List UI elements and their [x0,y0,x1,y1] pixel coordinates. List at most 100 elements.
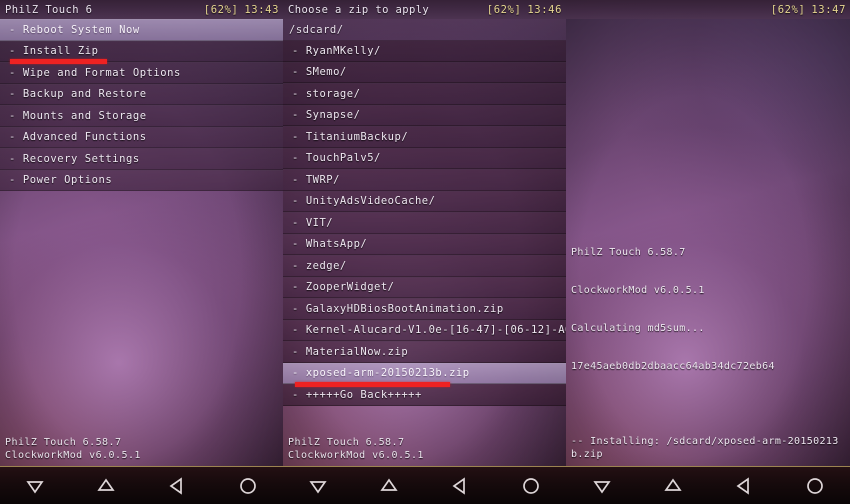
nav-home-button[interactable] [511,471,551,501]
file-label: Kernel-Alucard-V1.0e-[16-47]-[06-12]-AOS… [305,324,566,337]
status-bar-indicators: [62%] 13:43 [204,4,279,16]
nav-back-button[interactable] [157,471,197,501]
nav-volume-down-button[interactable] [15,471,55,501]
menu-item-advanced-functions[interactable]: - Advanced Functions [0,126,283,148]
nav-volume-up-button[interactable] [369,471,409,501]
list-item[interactable]: - WhatsApp/ [283,233,566,255]
status-bar-indicators: [62%] 13:46 [487,4,562,16]
current-path-label: /sdcard/ [283,19,566,40]
nav-volume-up-button[interactable] [86,471,126,501]
list-item-selected-xposed-zip[interactable]: - xposed-arm-20150213b.zip [283,362,566,384]
list-item[interactable]: - GalaxyHDBiosBootAnimation.zip [283,298,566,320]
install-log-console: PhilZ Touch 6.58.7 ClockworkMod v6.0.5.1… [571,222,848,504]
recovery-menu-list: - Reboot System Now - Install Zip - Wipe… [0,19,283,191]
bullet-dash: - [292,324,299,337]
android-nav-bar [283,466,566,504]
bullet-dash: - [9,88,16,101]
list-item[interactable]: - storage/ [283,83,566,105]
list-item[interactable]: - MaterialNow.zip [283,341,566,363]
list-item[interactable]: - Synapse/ [283,104,566,126]
bullet-dash: - [292,281,299,294]
version-footer: PhilZ Touch 6.58.7 ClockworkMod v6.0.5.1 [288,437,424,462]
status-bar: Choose a zip to apply [62%] 13:46 [283,0,566,19]
android-nav-bar [0,466,283,504]
nav-back-button[interactable] [440,471,480,501]
nav-home-button[interactable] [228,471,268,501]
bullet-dash: - [292,195,299,208]
status-bar: [62%] 13:47 [566,0,850,19]
bullet-dash: - [9,131,16,144]
list-item[interactable]: - TWRP/ [283,169,566,191]
nav-volume-up-button[interactable] [653,471,693,501]
triangle-down-icon [592,478,612,494]
bullet-dash: - [9,152,16,165]
status-bar-title: Choose a zip to apply [288,3,430,16]
battery-percent: [62%] [486,3,522,16]
nav-volume-down-button[interactable] [298,471,338,501]
bullet-dash: - [9,66,16,79]
menu-item-power-options[interactable]: - Power Options [0,169,283,191]
list-item-go-back[interactable]: - +++++Go Back+++++ [283,384,566,406]
menu-item-label: Wipe and Format Options [22,66,181,79]
list-item[interactable]: - VIT/ [283,212,566,234]
file-label: VIT/ [305,216,334,229]
screenshot-strip: PhilZ Touch 6 [62%] 13:43 - Reboot System… [0,0,850,504]
bullet-dash: - [9,174,16,187]
triangle-up-icon [379,478,399,494]
triangle-up-icon [663,478,683,494]
menu-item-wipe-and-format-options[interactable]: - Wipe and Format Options [0,62,283,84]
menu-item-reboot-system-now[interactable]: - Reboot System Now [0,19,283,41]
bullet-dash: - [292,259,299,272]
list-item[interactable]: - ZooperWidget/ [283,276,566,298]
annotation-underline-xposed-zip [295,382,450,387]
panel-recovery-main-menu: PhilZ Touch 6 [62%] 13:43 - Reboot System… [0,0,283,504]
nav-volume-down-button[interactable] [582,471,622,501]
list-item[interactable]: - RyanMKelly/ [283,40,566,62]
version-line-philz: PhilZ Touch 6.58.7 [288,437,405,448]
triangle-down-icon [25,478,45,494]
list-item[interactable]: - SMemo/ [283,61,566,83]
log-line: PhilZ Touch 6.58.7 [571,247,686,259]
list-item[interactable]: - TitaniumBackup/ [283,126,566,148]
zip-file-list: - RyanMKelly/ - SMemo/ - storage/ - Synapse/… [283,40,566,406]
triangle-left-icon [735,476,753,495]
bullet-dash: - [292,345,299,358]
bullet-dash: - [292,238,299,251]
bullet-dash: - [292,66,299,79]
menu-item-label: Backup and Restore [22,88,147,101]
menu-item-label: Power Options [22,174,113,187]
version-footer: PhilZ Touch 6.58.7 ClockworkMod v6.0.5.1 [5,437,141,462]
file-label: zedge/ [305,259,347,272]
list-item[interactable]: -Kernel-Alucard-V1.0e-[16-47]-[06-12]-AO… [283,319,566,341]
circle-icon [238,476,258,496]
list-item[interactable]: - UnityAdsVideoCache/ [283,190,566,212]
menu-item-backup-and-restore[interactable]: - Backup and Restore [0,83,283,105]
bullet-dash: - [292,216,299,229]
menu-item-recovery-settings[interactable]: - Recovery Settings [0,148,283,170]
log-line: -- Installing: /sdcard/xposed-arm-201502… [571,436,839,460]
list-item[interactable]: - zedge/ [283,255,566,277]
nav-home-button[interactable] [795,471,835,501]
bullet-dash: - [292,388,299,401]
clock-time: 13:46 [527,3,562,16]
menu-item-label: Reboot System Now [22,23,140,36]
status-bar-title: PhilZ Touch 6 [5,3,93,16]
panel-choose-zip-browser: Choose a zip to apply [62%] 13:46 /sdcard… [283,0,566,504]
battery-percent: [62%] [203,3,239,16]
triangle-left-icon [168,476,186,495]
bullet-dash: - [9,45,16,58]
menu-item-label: Mounts and Storage [22,109,147,122]
list-item[interactable]: - TouchPalv5/ [283,147,566,169]
file-label: TWRP/ [305,173,340,186]
version-line-cwm: ClockworkMod v6.0.5.1 [288,449,424,461]
annotation-underline-install-zip [10,59,107,64]
circle-icon [805,476,825,496]
file-label: storage/ [305,87,361,100]
nav-back-button[interactable] [724,471,764,501]
bullet-dash: - [292,87,299,100]
menu-item-mounts-and-storage[interactable]: - Mounts and Storage [0,105,283,127]
log-line-blank [571,398,848,411]
file-label: WhatsApp/ [305,238,368,251]
bullet-dash: - [292,173,299,186]
circle-icon [521,476,541,496]
